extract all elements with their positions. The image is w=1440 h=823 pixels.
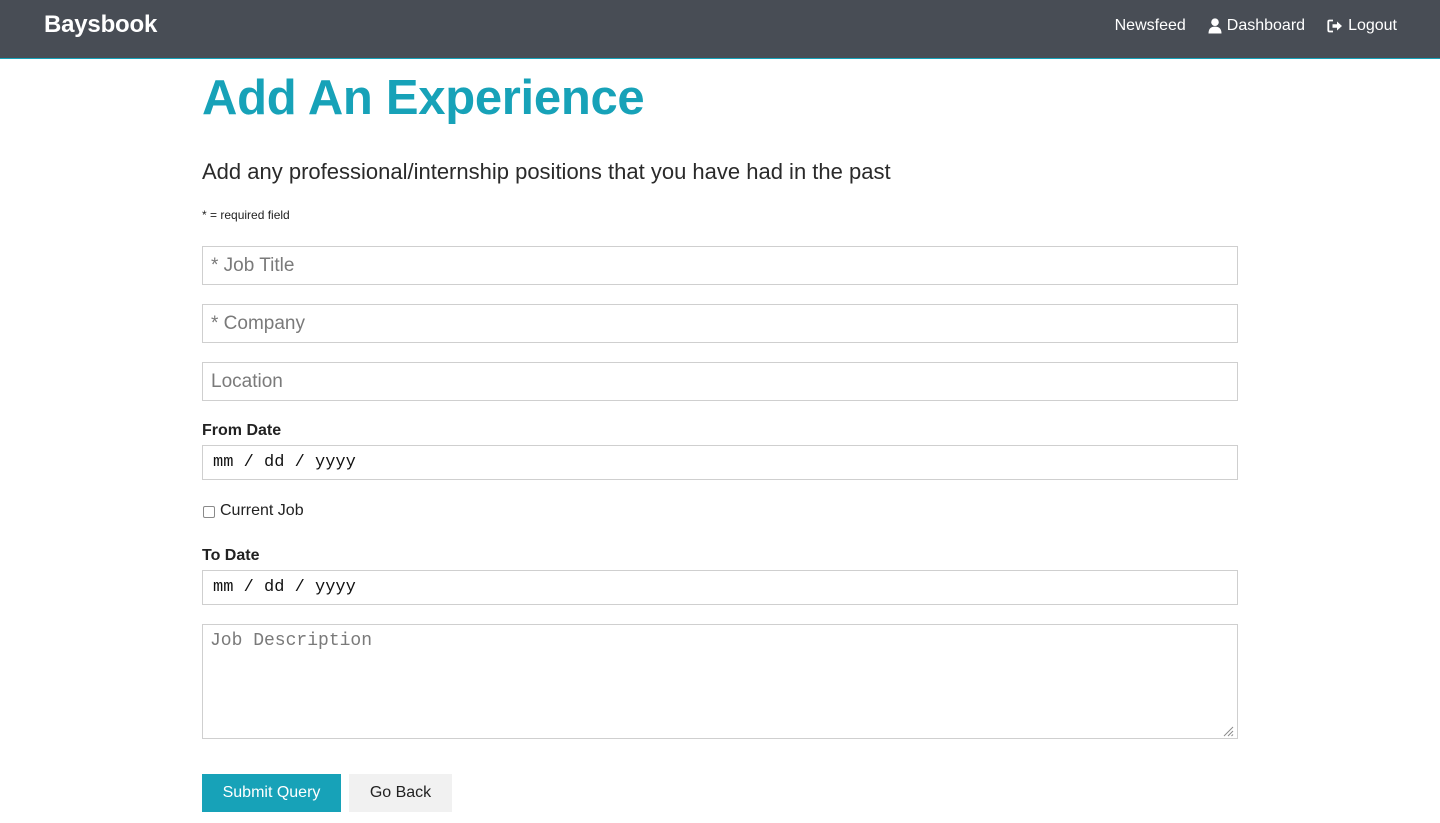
nav-link-dashboard-label: Dashboard — [1226, 17, 1306, 34]
go-back-button[interactable]: Go Back — [349, 774, 452, 812]
job-description-placeholder: Job Description — [210, 631, 373, 651]
from-date-label: From Date — [202, 422, 282, 439]
nav-link-newsfeed-label: Newsfeed — [1114, 17, 1186, 34]
current-job-checkbox[interactable] — [203, 506, 215, 518]
sign-out-icon — [1327, 19, 1343, 33]
job-title-input[interactable] — [202, 246, 1238, 285]
nav-link-newsfeed[interactable]: Newsfeed — [1115, 17, 1186, 35]
to-date-input[interactable]: mm / dd / yyyy — [202, 570, 1238, 605]
from-date-input[interactable]: mm / dd / yyyy — [202, 445, 1238, 480]
nav-link-logout-label: Logout — [1348, 17, 1397, 34]
page-title: Add An Experience — [202, 71, 645, 125]
nav-links: Newsfeed Dashboard Logout — [1115, 17, 1397, 35]
page-lead: Add any professional/internship position… — [202, 159, 891, 184]
location-input[interactable] — [202, 362, 1238, 401]
submit-button[interactable]: Submit Query — [202, 774, 341, 812]
resize-grip-icon[interactable] — [1222, 723, 1234, 737]
to-date-label: To Date — [202, 547, 260, 564]
brand-logo[interactable]: Baysbook — [44, 11, 157, 39]
to-date-value: mm / dd / yyyy — [213, 578, 356, 597]
nav-link-logout[interactable]: Logout — [1327, 17, 1397, 35]
navbar: Baysbook Newsfeed Dashboard Logout — [0, 0, 1440, 59]
job-description-textarea[interactable]: Job Description — [202, 624, 1238, 739]
nav-link-dashboard[interactable]: Dashboard — [1208, 17, 1305, 35]
required-field-note: * = required field — [202, 208, 290, 222]
main-content: Add An Experience Add any professional/i… — [202, 59, 1238, 812]
user-icon — [1208, 18, 1222, 34]
current-job-row[interactable]: Current Job — [202, 502, 304, 520]
from-date-value: mm / dd / yyyy — [213, 453, 356, 472]
current-job-label: Current Job — [220, 502, 304, 519]
company-input[interactable] — [202, 304, 1238, 343]
